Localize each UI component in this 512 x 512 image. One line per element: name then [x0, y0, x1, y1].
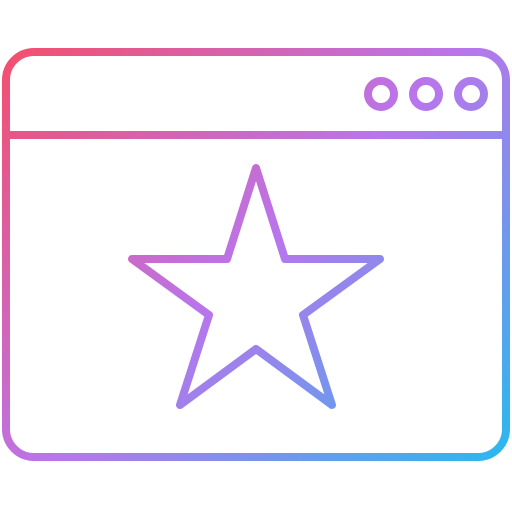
window-control-dot-icon-1[interactable]: [364, 77, 398, 111]
browser-window-star-icon: [2, 48, 510, 461]
window-control-dot-icon-2[interactable]: [409, 77, 443, 111]
browser-window-frame: [2, 48, 510, 461]
icon-canvas: [0, 0, 512, 512]
star-icon: [128, 164, 384, 409]
window-control-dot-icon-3[interactable]: [454, 77, 488, 111]
